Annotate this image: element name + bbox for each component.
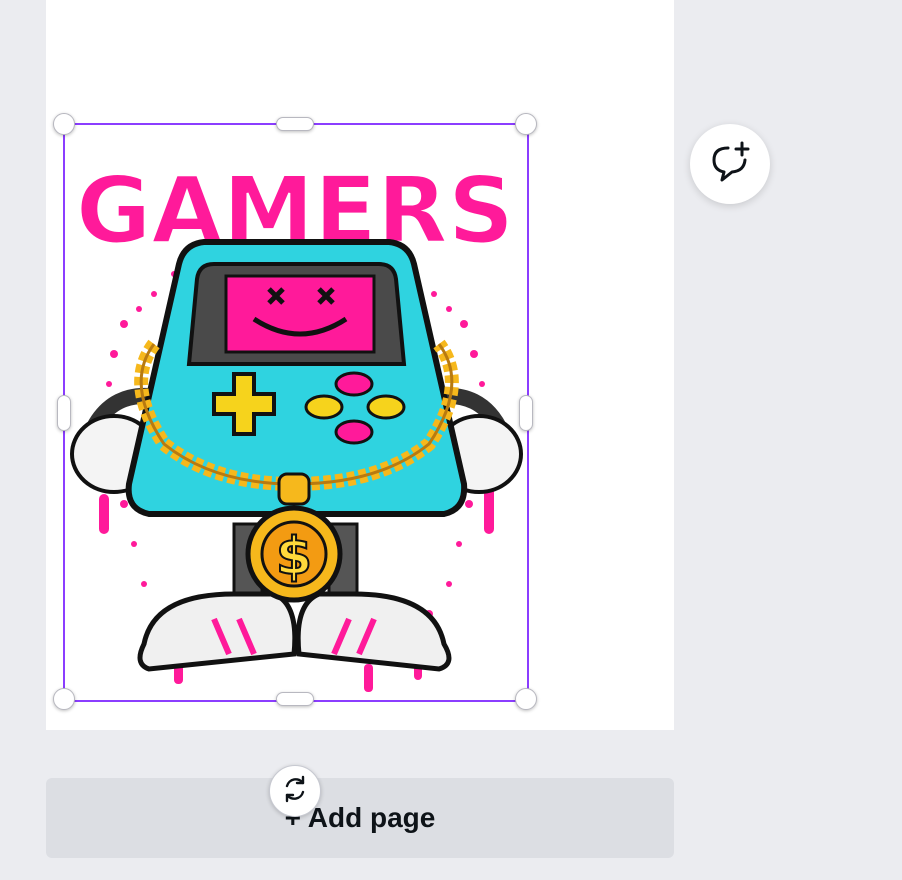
add-comment-button[interactable] (690, 124, 770, 204)
selection-outline (63, 123, 529, 702)
rotate-icon (280, 774, 310, 809)
resize-handle-bottom[interactable] (276, 692, 314, 706)
resize-handle-top[interactable] (276, 117, 314, 131)
resize-handle-right[interactable] (519, 395, 533, 431)
resize-handle-top-left[interactable] (53, 113, 75, 135)
resize-handle-bottom-right[interactable] (515, 688, 537, 710)
rotate-button[interactable] (269, 765, 321, 817)
resize-handle-top-right[interactable] (515, 113, 537, 135)
resize-handle-bottom-left[interactable] (53, 688, 75, 710)
add-page-button[interactable]: + Add page (46, 778, 674, 858)
resize-handle-left[interactable] (57, 395, 71, 431)
add-comment-icon (708, 140, 752, 189)
